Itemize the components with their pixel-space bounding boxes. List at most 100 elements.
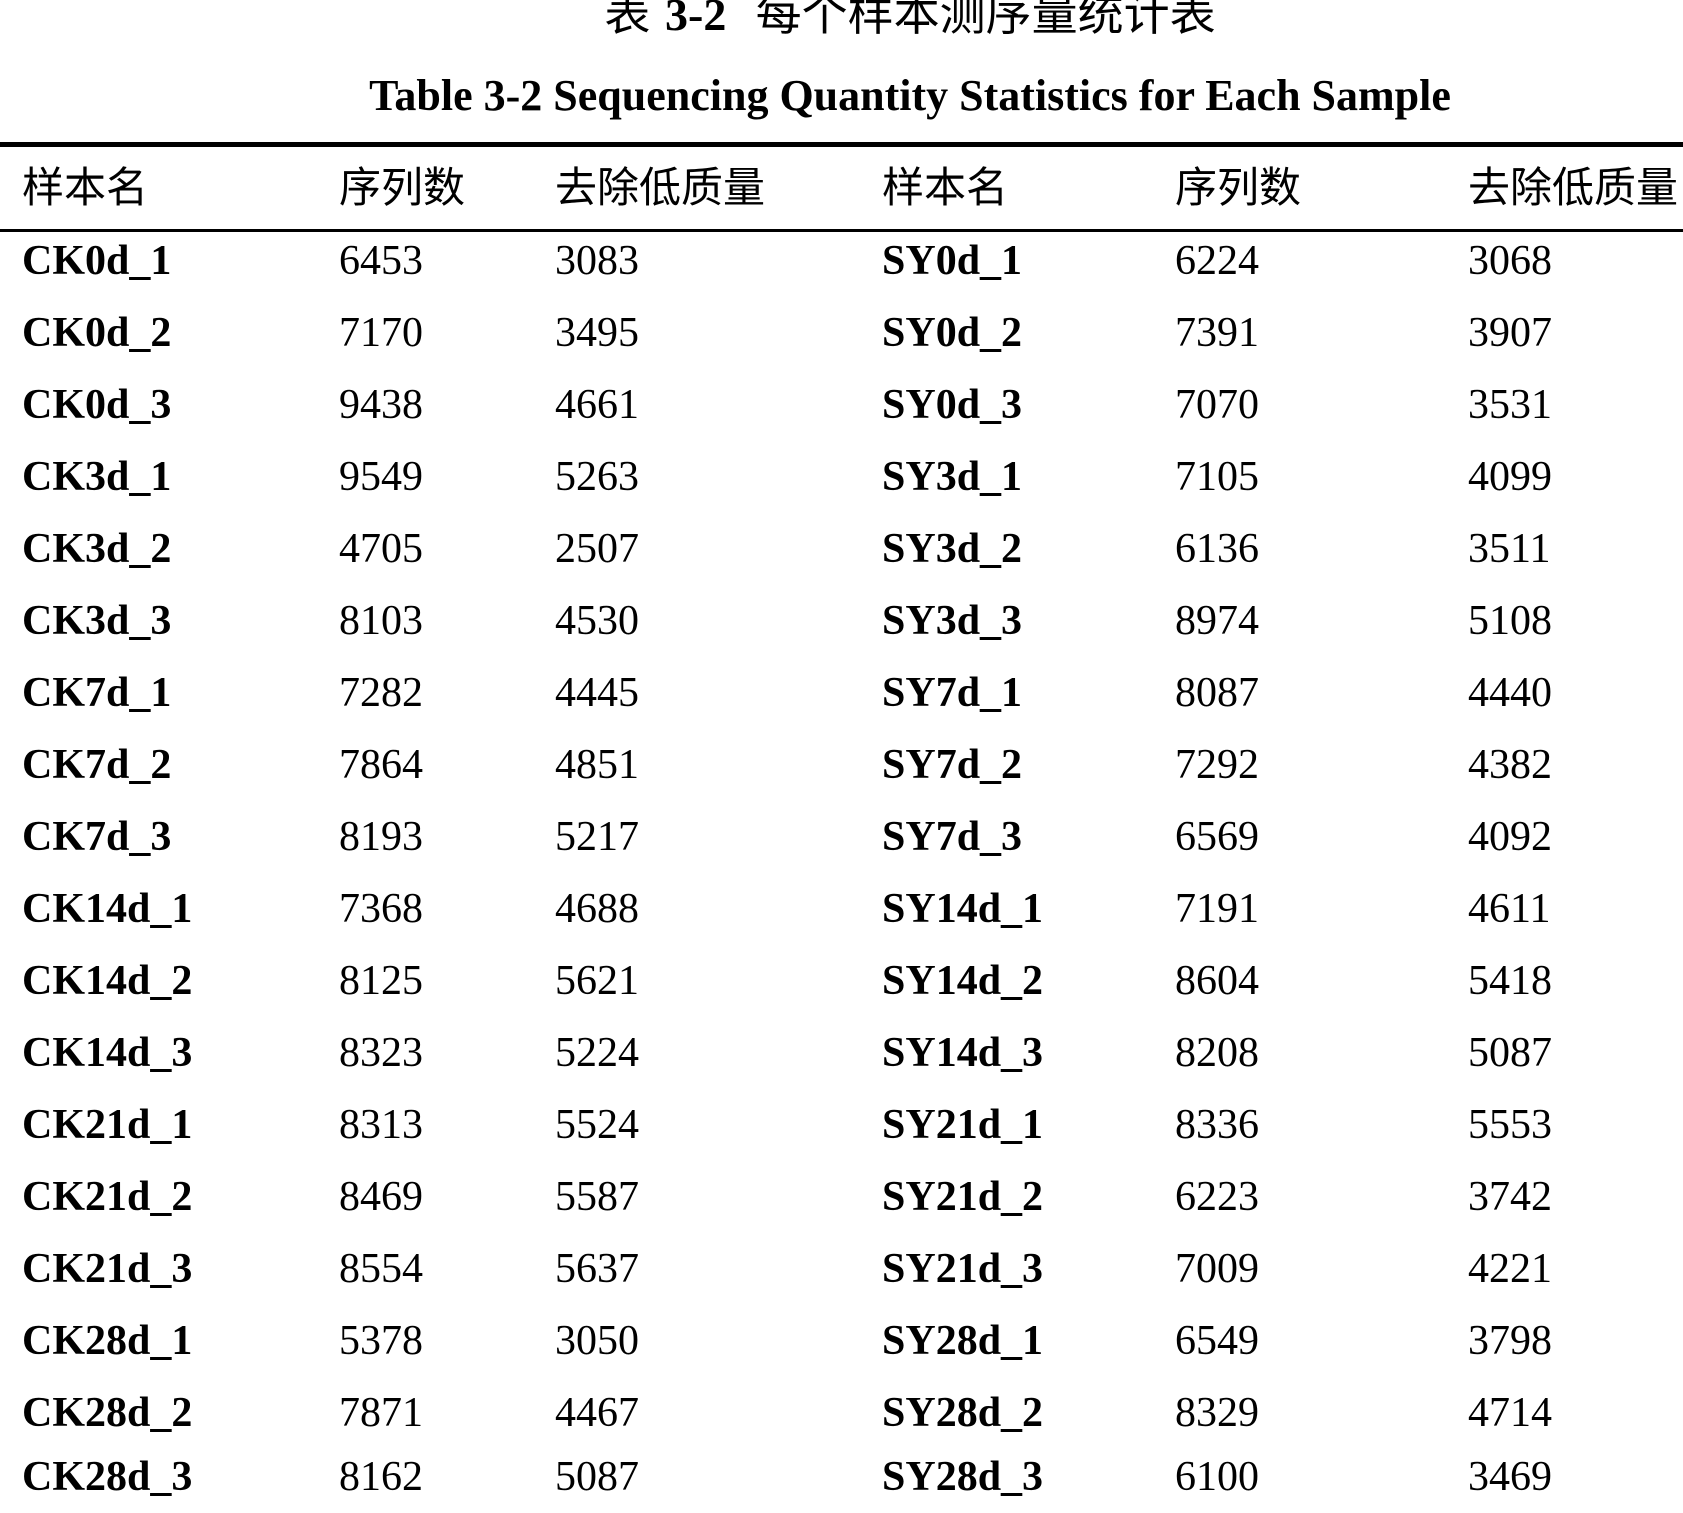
table-row: CK21d_2 8469 5587 SY21d_2 6223 3742 — [0, 1162, 1683, 1232]
caption-cn-title: 每个样本测序量统计表 — [755, 0, 1216, 41]
table-row: CK14d_2 8125 5621 SY14d_2 8604 5418 — [0, 946, 1683, 1016]
low-quality-removed-cell: 3050 — [555, 1318, 639, 1364]
low-quality-removed-cell: 5553 — [1468, 1102, 1552, 1148]
sample-name-cell: SY3d_3 — [882, 598, 1023, 644]
low-quality-removed-cell: 4382 — [1468, 742, 1552, 788]
table-row: CK28d_2 7871 4467 SY28d_2 8329 4714 — [0, 1378, 1683, 1448]
low-quality-removed-cell: 4851 — [555, 742, 639, 788]
low-quality-removed-cell: 5637 — [555, 1246, 639, 1292]
sequence-count-cell: 7070 — [1175, 382, 1259, 428]
sequence-count-cell: 7282 — [339, 670, 423, 716]
sequence-count-cell: 8604 — [1175, 958, 1259, 1004]
sample-name-cell: CK14d_1 — [22, 886, 193, 932]
sequence-count-cell: 7871 — [339, 1390, 423, 1436]
sample-name-cell: SY28d_1 — [882, 1318, 1044, 1364]
low-quality-removed-cell: 5217 — [555, 814, 639, 860]
table-row: CK7d_1 7282 4445 SY7d_1 8087 4440 — [0, 658, 1683, 728]
sequence-count-cell: 4705 — [339, 526, 423, 572]
sequence-count-cell: 7105 — [1175, 454, 1259, 500]
sequence-count-cell: 6453 — [339, 238, 423, 284]
sample-name-cell: CK3d_3 — [22, 598, 172, 644]
table-row: CK21d_1 8313 5524 SY21d_1 8336 5553 — [0, 1090, 1683, 1160]
sample-name-cell: CK7d_2 — [22, 742, 172, 788]
sample-name-cell: SY14d_1 — [882, 886, 1044, 932]
low-quality-removed-cell: 5621 — [555, 958, 639, 1004]
sample-name-cell: CK21d_2 — [22, 1174, 193, 1220]
sample-name-cell: SY3d_1 — [882, 454, 1023, 500]
low-quality-removed-cell: 4530 — [555, 598, 639, 644]
sequence-count-cell: 8087 — [1175, 670, 1259, 716]
low-quality-removed-cell: 5587 — [555, 1174, 639, 1220]
sample-name-cell: CK28d_2 — [22, 1390, 193, 1436]
low-quality-removed-cell: 3531 — [1468, 382, 1552, 428]
low-quality-removed-cell: 4661 — [555, 382, 639, 428]
low-quality-removed-cell: 5524 — [555, 1102, 639, 1148]
header-sample-name-ck: 样本名 — [22, 163, 149, 212]
sequence-count-cell: 8329 — [1175, 1390, 1259, 1436]
low-quality-removed-cell: 2507 — [555, 526, 639, 572]
sample-name-cell: SY0d_2 — [882, 310, 1023, 356]
sequence-count-cell: 6224 — [1175, 238, 1259, 284]
table-header-row: 样本名 序列数 去除低质量 样本名 序列数 去除低质量 — [0, 148, 1683, 228]
sample-name-cell: SY14d_3 — [882, 1030, 1044, 1076]
low-quality-removed-cell: 4099 — [1468, 454, 1552, 500]
sample-name-cell: SY28d_3 — [882, 1454, 1044, 1500]
sequence-count-cell: 6223 — [1175, 1174, 1259, 1220]
sample-name-cell: SY0d_1 — [882, 238, 1023, 284]
table-row: CK14d_3 8323 5224 SY14d_3 8208 5087 — [0, 1018, 1683, 1088]
sequence-count-cell: 8323 — [339, 1030, 423, 1076]
sequence-count-cell: 5378 — [339, 1318, 423, 1364]
sequence-count-cell: 6569 — [1175, 814, 1259, 860]
sample-name-cell: SY7d_3 — [882, 814, 1023, 860]
low-quality-removed-cell: 3511 — [1468, 526, 1551, 572]
table-row: CK7d_2 7864 4851 SY7d_2 7292 4382 — [0, 730, 1683, 800]
sequence-count-cell: 7191 — [1175, 886, 1259, 932]
low-quality-removed-cell: 4440 — [1468, 670, 1552, 716]
header-sequence-count-ck: 序列数 — [339, 163, 466, 212]
low-quality-removed-cell: 5418 — [1468, 958, 1552, 1004]
table-row: CK28d_1 5378 3050 SY28d_1 6549 3798 — [0, 1306, 1683, 1376]
sample-name-cell: CK0d_1 — [22, 238, 172, 284]
sequence-count-cell: 8469 — [339, 1174, 423, 1220]
low-quality-removed-cell: 3469 — [1468, 1454, 1552, 1500]
sequence-count-cell: 8162 — [339, 1454, 423, 1500]
low-quality-removed-cell: 5108 — [1468, 598, 1552, 644]
sequence-count-cell: 7009 — [1175, 1246, 1259, 1292]
sequence-count-cell: 7170 — [339, 310, 423, 356]
low-quality-removed-cell: 4445 — [555, 670, 639, 716]
table-row: CK14d_1 7368 4688 SY14d_1 7191 4611 — [0, 874, 1683, 944]
sequence-count-cell: 9438 — [339, 382, 423, 428]
table-row: CK21d_3 8554 5637 SY21d_3 7009 4221 — [0, 1234, 1683, 1304]
sample-name-cell: CK0d_2 — [22, 310, 172, 356]
sequence-count-cell: 8313 — [339, 1102, 423, 1148]
sample-name-cell: SY14d_2 — [882, 958, 1044, 1004]
table-row: CK7d_3 8193 5217 SY7d_3 6569 4092 — [0, 802, 1683, 872]
sequence-count-cell: 7292 — [1175, 742, 1259, 788]
sample-name-cell: CK14d_3 — [22, 1030, 193, 1076]
table-row: CK0d_3 9438 4661 SY0d_3 7070 3531 — [0, 370, 1683, 440]
sample-name-cell: CK7d_3 — [22, 814, 172, 860]
table-row: CK0d_2 7170 3495 SY0d_2 7391 3907 — [0, 298, 1683, 368]
low-quality-removed-cell: 5087 — [555, 1454, 639, 1500]
low-quality-removed-cell: 3068 — [1468, 238, 1552, 284]
sequence-count-cell: 7368 — [339, 886, 423, 932]
sequence-count-cell: 7391 — [1175, 310, 1259, 356]
header-low-quality-removed-ck: 去除低质量 — [555, 163, 766, 212]
sample-name-cell: CK21d_3 — [22, 1246, 193, 1292]
sequence-count-cell: 8125 — [339, 958, 423, 1004]
low-quality-removed-cell: 3798 — [1468, 1318, 1552, 1364]
low-quality-removed-cell: 4688 — [555, 886, 639, 932]
caption-cn-label: 表 — [604, 0, 651, 41]
low-quality-removed-cell: 5224 — [555, 1030, 639, 1076]
table-caption-chinese: 表 3-2 每个样本测序量统计表 — [0, 0, 1683, 45]
sample-name-cell: CK28d_3 — [22, 1454, 193, 1500]
header-sample-name-sy: 样本名 — [882, 163, 1009, 212]
low-quality-removed-cell: 4714 — [1468, 1390, 1552, 1436]
sample-name-cell: CK14d_2 — [22, 958, 193, 1004]
sample-name-cell: CK3d_2 — [22, 526, 172, 572]
sequence-count-cell: 8554 — [339, 1246, 423, 1292]
sequence-count-cell: 8336 — [1175, 1102, 1259, 1148]
sample-name-cell: SY21d_2 — [882, 1174, 1044, 1220]
sequence-count-cell: 6100 — [1175, 1454, 1259, 1500]
header-sequence-count-sy: 序列数 — [1175, 163, 1302, 212]
